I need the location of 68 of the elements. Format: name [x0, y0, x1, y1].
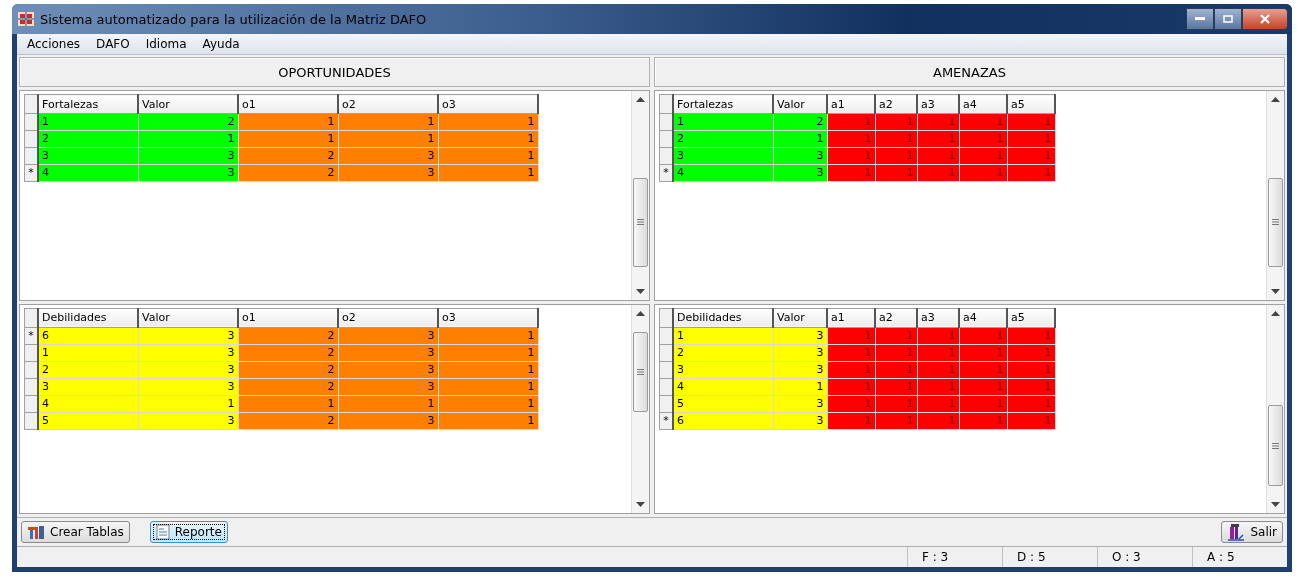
column-header[interactable]: Valor	[138, 308, 238, 327]
maximize-icon	[1223, 15, 1233, 23]
column-header[interactable]: o2	[338, 308, 438, 327]
column-header[interactable]: a1	[827, 308, 875, 327]
close-button[interactable]	[1242, 8, 1288, 30]
document-icon	[155, 524, 170, 540]
menu-item[interactable]: Acciones	[21, 37, 87, 51]
app-icon	[18, 12, 34, 26]
scroll-up-icon	[1271, 310, 1280, 316]
minimize-icon	[1195, 17, 1205, 21]
column-header[interactable]: Fortalezas	[38, 94, 138, 114]
column-header[interactable]: a3	[917, 94, 959, 114]
scroll-up-icon	[1271, 97, 1280, 102]
column-header[interactable]: a2	[875, 308, 917, 327]
scroll-down-icon	[636, 288, 645, 294]
column-header[interactable]: a3	[917, 308, 959, 327]
scrollbar[interactable]	[631, 304, 649, 513]
column-header[interactable]: o1	[238, 94, 338, 114]
status-item: O : 3	[1097, 547, 1192, 567]
column-header[interactable]: o1	[238, 308, 338, 327]
column-header[interactable]: o3	[438, 308, 538, 327]
close-icon	[1260, 14, 1270, 24]
scroll-down-icon	[636, 502, 645, 507]
menu-item[interactable]: Ayuda	[196, 37, 246, 51]
toolbar-button[interactable]: Reporte	[149, 521, 228, 543]
toolbar-button[interactable]: Crear Tablas	[21, 521, 130, 543]
menu-item[interactable]: DAFO	[90, 37, 136, 51]
column-header[interactable]: a4	[959, 94, 1007, 114]
status-item: F : 3	[907, 547, 1002, 567]
column-header[interactable]: Debilidades	[38, 308, 138, 327]
scrollbar-thumb[interactable]	[633, 331, 648, 413]
column-header[interactable]: Valor	[773, 94, 827, 114]
column-header[interactable]: a1	[827, 94, 875, 114]
panel-title: AMENAZAS	[654, 57, 1285, 87]
column-header[interactable]: a4	[959, 308, 1007, 327]
panel-title: OPORTUNIDADES	[19, 57, 650, 87]
column-header[interactable]: o3	[438, 94, 538, 114]
grip-icon	[637, 369, 644, 376]
scroll-down-icon	[1271, 502, 1280, 507]
column-header[interactable]: Debilidades	[673, 308, 773, 327]
scroll-up-icon	[636, 97, 645, 102]
column-header[interactable]: a5	[1007, 94, 1055, 114]
column-header[interactable]: a2	[875, 94, 917, 114]
door-icon	[1227, 523, 1246, 541]
exit-button[interactable]: Salir	[1221, 521, 1283, 543]
column-header[interactable]: Fortalezas	[673, 94, 773, 114]
menu-item[interactable]: Idioma	[139, 37, 193, 51]
scrollbar-thumb[interactable]	[1268, 177, 1283, 268]
grip-icon	[637, 219, 644, 226]
scroll-down-icon	[1271, 288, 1280, 294]
column-header[interactable]: a5	[1007, 308, 1055, 327]
scrollbar-thumb[interactable]	[1268, 405, 1283, 486]
grip-icon	[1272, 442, 1279, 449]
minimize-button[interactable]	[1186, 8, 1214, 30]
window-title: Sistema automatizado para la utilización de la Matriz DAFO	[40, 11, 428, 27]
grip-icon	[1272, 219, 1279, 226]
scrollbar[interactable]	[1266, 304, 1284, 513]
column-header[interactable]: o2	[338, 94, 438, 114]
status-item: D : 5	[1002, 547, 1097, 567]
scrollbar[interactable]	[1266, 91, 1284, 300]
column-header[interactable]: Valor	[773, 308, 827, 327]
scrollbar[interactable]	[631, 91, 649, 300]
scroll-up-icon	[636, 310, 645, 316]
maximize-button[interactable]	[1214, 8, 1242, 30]
scrollbar-thumb[interactable]	[633, 177, 648, 268]
column-header[interactable]: Valor	[138, 94, 238, 114]
status-item: A : 5	[1192, 547, 1287, 567]
table-tools-icon	[27, 524, 45, 540]
